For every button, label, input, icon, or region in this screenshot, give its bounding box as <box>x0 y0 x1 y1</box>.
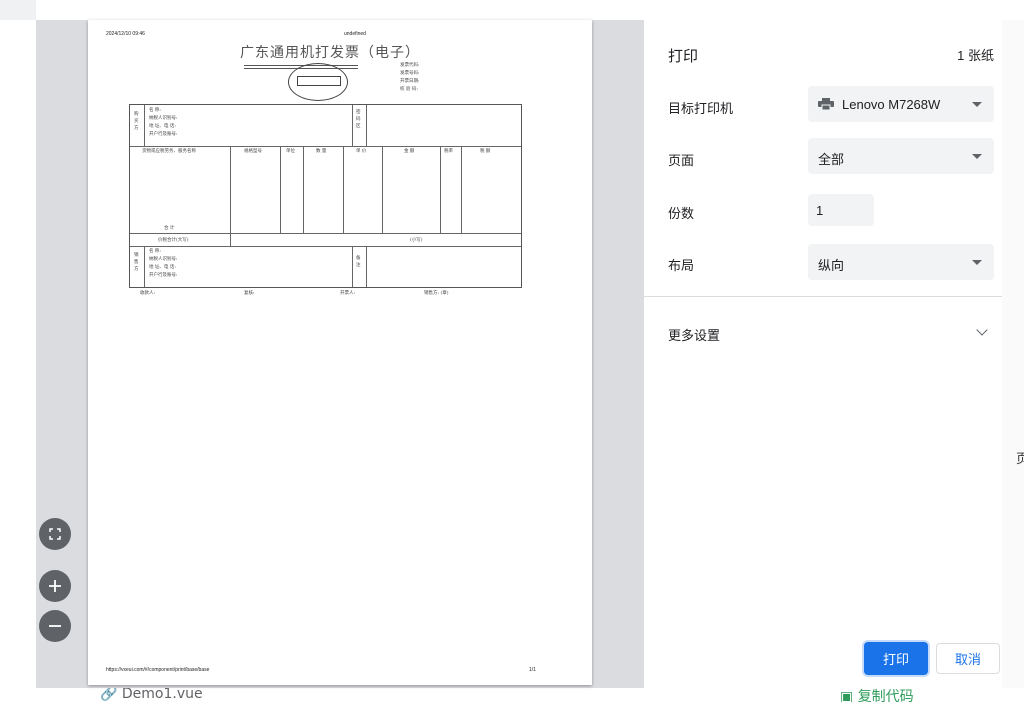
fit-to-page-icon <box>49 528 61 540</box>
fit-to-page-button[interactable] <box>39 518 71 550</box>
chevron-down-icon <box>972 102 982 107</box>
column-header: 数 量 <box>316 149 327 154</box>
column-header: 税率 <box>444 149 453 154</box>
destination-select[interactable]: Lenovo M7268W <box>808 86 994 122</box>
page-header-date: 2024/12/10 09:46 <box>106 31 145 37</box>
meta-code: 发票代码: <box>400 63 420 68</box>
pages-select[interactable]: 全部 <box>808 138 994 174</box>
buyer-field: 名 称: <box>149 108 161 113</box>
print-button[interactable]: 打印 <box>864 642 928 675</box>
panel-divider <box>644 296 1002 297</box>
column-header: 单 价 <box>356 149 367 154</box>
table-line <box>352 246 353 287</box>
column-header: 单位 <box>286 149 295 154</box>
copies-label: 份数 <box>668 206 695 221</box>
table-line <box>230 146 231 246</box>
invoice-seal-icon <box>288 63 348 101</box>
page-footer-url: https://vxeui.com/#/component/print/base… <box>106 667 210 673</box>
buyer-label: 购 买 方 <box>134 112 139 131</box>
background-top <box>0 0 1024 20</box>
table-line <box>352 105 353 146</box>
signer-payee: 收款人: <box>140 291 156 296</box>
table-line <box>461 146 462 233</box>
column-header: 金 额 <box>404 149 415 154</box>
page-header-title: undefined <box>344 31 366 37</box>
seller-field: 地 址、电 话: <box>149 265 176 270</box>
background-copy-link[interactable]: ▣ 复制代码 <box>840 688 914 702</box>
tax-total-small: (小写) <box>410 238 423 243</box>
table-line <box>343 146 344 233</box>
print-settings-panel: 打印 1 张纸 目标打印机 Lenovo M7268W 页面 全部 份数 1 布… <box>644 20 1002 688</box>
table-line <box>366 105 367 146</box>
destination-label: 目标打印机 <box>668 101 734 116</box>
layout-value: 纵向 <box>818 258 845 273</box>
password-label: 密 码 区 <box>356 110 361 129</box>
table-line <box>130 246 521 247</box>
copies-value: 1 <box>816 203 824 218</box>
meta-number: 发票号码: <box>400 71 420 76</box>
sheet-count: 1 张纸 <box>957 48 994 63</box>
signer-seller: 销售方: (章) <box>424 291 449 296</box>
copies-input[interactable]: 1 <box>808 194 874 226</box>
buyer-field: 纳税人识别号: <box>149 116 178 121</box>
file-name-text: Demo1.vue <box>121 688 203 702</box>
table-line <box>440 146 441 233</box>
invoice-title: 广东通用机打发票（电子） <box>240 45 420 61</box>
chevron-down-icon[interactable] <box>976 324 988 336</box>
background-left-edge <box>0 0 36 20</box>
table-line <box>144 105 145 146</box>
table-line <box>382 146 383 233</box>
table-line <box>303 146 304 233</box>
pages-value: 全部 <box>818 152 845 167</box>
background-file-name: 🔗 Demo1.vue <box>100 688 203 702</box>
column-header: 税 额 <box>480 149 491 154</box>
chevron-down-icon <box>972 260 982 265</box>
chevron-down-icon <box>972 154 982 159</box>
panel-title: 打印 <box>668 48 699 65</box>
zoom-out-button[interactable] <box>39 610 71 642</box>
table-line <box>130 146 521 147</box>
column-header: 规格型号 <box>244 149 262 154</box>
tax-total-label: 价税合计(大写) <box>158 238 189 243</box>
cancel-button[interactable]: 取消 <box>936 643 1000 674</box>
layout-select[interactable]: 纵向 <box>808 244 994 280</box>
seller-field: 纳税人识别号: <box>149 257 178 262</box>
pages-label: 页面 <box>668 153 695 168</box>
signer-reviewer: 复核: <box>244 291 255 296</box>
background-glyph: 页 <box>1016 452 1024 467</box>
layout-label: 布局 <box>668 258 695 273</box>
invoice-signers: 收款人: 复核: 开票人: 销售方: (章) <box>88 290 592 298</box>
page-footer-number: 1/1 <box>529 667 536 673</box>
buyer-field: 开户行及账号: <box>149 132 178 137</box>
printer-icon <box>818 98 834 110</box>
preview-page: 2024/12/10 09:46 undefined 广东通用机打发票（电子） … <box>88 20 592 685</box>
seal-inner-box <box>297 76 341 86</box>
invoice-table: 购 买 方 名 称: 纳税人识别号: 地 址、电 话: 开户行及账号: 密 码 … <box>129 104 522 288</box>
background-bottom: 🔗 Demo1.vue ▣ 复制代码 <box>0 688 1024 702</box>
copy-link-text: 复制代码 <box>857 689 914 702</box>
table-line <box>366 246 367 287</box>
zoom-in-button[interactable] <box>39 570 71 602</box>
print-preview-area[interactable]: 2024/12/10 09:46 undefined 广东通用机打发票（电子） … <box>36 20 644 688</box>
zoom-out-icon <box>49 625 61 627</box>
buyer-field: 地 址、电 话: <box>149 124 176 129</box>
column-header: 货物或应税劳务、服务名称 <box>142 149 196 154</box>
invoice-meta-block: 发票代码: 发票号码: 开票日期: 校 验 码: <box>400 62 420 94</box>
meta-date: 开票日期: <box>400 79 420 84</box>
total-label: 合 计 <box>164 226 175 231</box>
background-right-strip: 页 <box>1002 20 1024 688</box>
seller-field: 开户行及账号: <box>149 273 178 278</box>
table-line <box>144 246 145 287</box>
table-line <box>130 233 521 234</box>
seller-label: 销 售 方 <box>134 253 139 272</box>
destination-value: Lenovo M7268W <box>842 97 941 112</box>
zoom-in-icon <box>49 580 61 592</box>
table-line <box>280 146 281 233</box>
seller-field: 名 称: <box>149 249 161 254</box>
more-settings-toggle[interactable]: 更多设置 <box>668 325 720 344</box>
remark-label: 备 注 <box>356 256 361 268</box>
signer-drawer: 开票人: <box>340 291 356 296</box>
meta-check: 校 验 码: <box>400 87 418 92</box>
